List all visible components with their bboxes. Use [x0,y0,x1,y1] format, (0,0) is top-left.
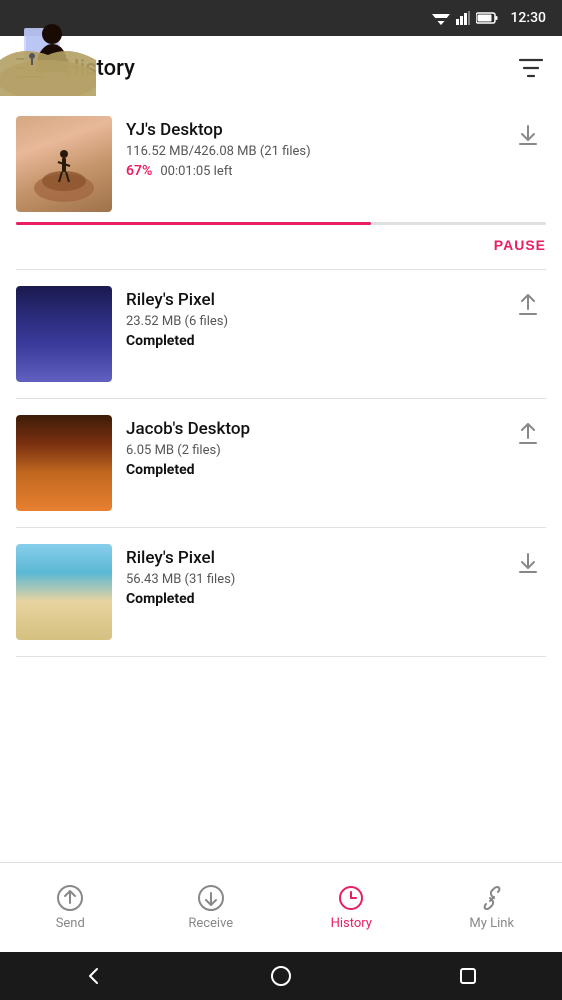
nav-item-mylink[interactable]: My Link [422,884,562,931]
pause-row: PAUSE [0,225,562,269]
nav-label-send: Send [56,916,85,931]
item-size: 56.43 MB (31 files) [126,572,496,587]
upload-action-button[interactable] [510,415,546,445]
item-size: 116.52 MB/426.08 MB (21 files) [126,144,496,159]
signal-icon [456,11,470,25]
item-size: 23.52 MB (6 files) [126,314,496,329]
bottom-nav: Send Receive History [0,862,562,952]
status-time: 12:30 [510,10,546,26]
list-item: YJ's Desktop 116.52 MB/426.08 MB (21 fil… [0,100,562,212]
item-info: Riley's Pixel 56.43 MB (31 files) Comple… [126,544,496,607]
download-action-button[interactable] [510,116,546,146]
battery-icon [476,12,498,24]
item-info: YJ's Desktop 116.52 MB/426.08 MB (21 fil… [126,116,496,179]
history-icon [337,884,365,912]
home-button[interactable] [270,965,292,987]
back-button[interactable] [83,965,105,987]
nav-label-mylink: My Link [469,916,514,931]
item-info: Riley's Pixel 23.52 MB (6 files) Complet… [126,286,496,349]
nav-label-receive: Receive [188,916,233,931]
download-action-button[interactable] [510,544,546,574]
progress-section [0,212,562,225]
upload-action-button[interactable] [510,286,546,316]
filter-icon[interactable] [516,53,546,83]
recents-button[interactable] [457,965,479,987]
nav-label-history: History [331,916,372,931]
item-status: Completed [126,591,496,607]
item-info: Jacob's Desktop 6.05 MB (2 files) Comple… [126,415,496,478]
item-percent: 67% [126,163,152,179]
item-name: Riley's Pixel [126,290,496,310]
item-thumbnail [16,116,112,212]
send-icon [56,884,84,912]
nav-item-receive[interactable]: Receive [141,884,282,931]
mylink-icon [478,884,506,912]
page-title: History [64,56,516,81]
item-thumbnail [16,415,112,511]
list-item: Riley's Pixel 23.52 MB (6 files) Complet… [0,270,562,398]
item-name: YJ's Desktop [126,120,496,140]
pause-button[interactable]: PAUSE [494,237,546,253]
item-status: Completed [126,462,496,478]
item-name: Riley's Pixel [126,548,496,568]
receive-icon [197,884,225,912]
system-nav [0,952,562,1000]
downloads-list: YJ's Desktop 116.52 MB/426.08 MB (21 fil… [0,100,562,862]
wifi-icon [432,11,450,25]
nav-item-send[interactable]: Send [0,884,141,931]
list-item: Jacob's Desktop 6.05 MB (2 files) Comple… [0,399,562,527]
item-time-left: 00:01:05 left [160,164,232,179]
item-name: Jacob's Desktop [126,419,496,439]
item-thumbnail [16,286,112,382]
item-size: 6.05 MB (2 files) [126,443,496,458]
nav-item-history[interactable]: History [281,884,422,931]
list-item: Riley's Pixel 56.43 MB (31 files) Comple… [0,528,562,656]
item-status: Completed [126,333,496,349]
status-icons: 12:30 [432,10,546,26]
divider [16,656,546,657]
item-thumbnail [16,544,112,640]
